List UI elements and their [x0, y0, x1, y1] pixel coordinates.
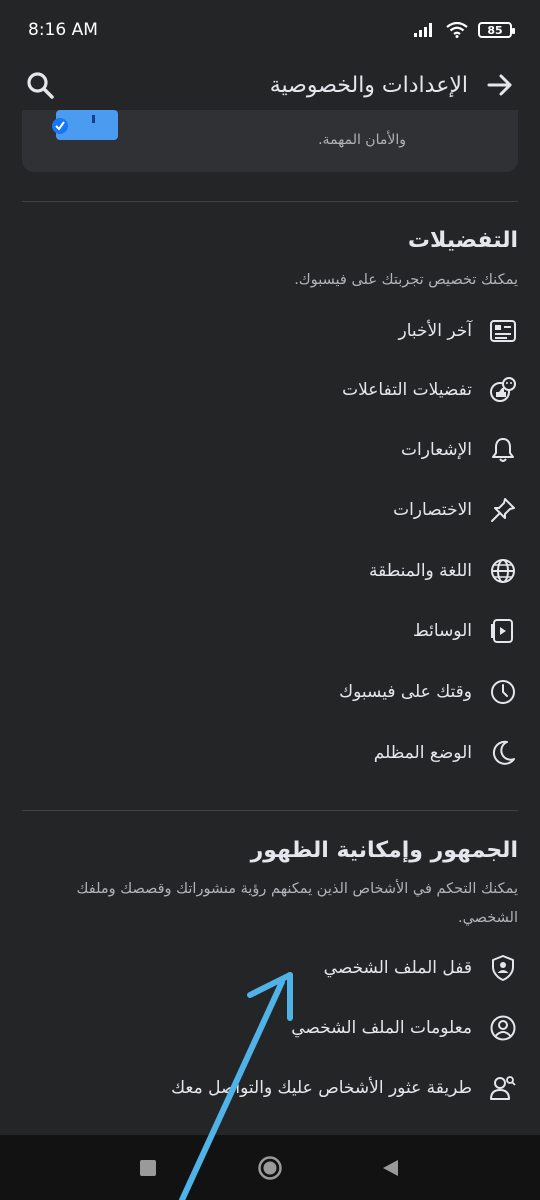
section-divider: [22, 810, 518, 811]
media-icon: [488, 616, 518, 646]
profile-icon: [488, 1013, 518, 1043]
reactions-icon: [488, 375, 518, 405]
back-nav-button[interactable]: [350, 1135, 430, 1200]
menu-item-label: طريقة عثور الأشخاص عليك والتواصل معك: [171, 1078, 472, 1098]
menu-item-time-on-facebook[interactable]: وقتك على فيسبوك: [339, 672, 518, 712]
menu-item-label: آخر الأخبار: [398, 321, 472, 341]
preferences-title: التفضيلات: [407, 228, 518, 253]
menu-item-reactions[interactable]: تفضيلات التفاعلات: [342, 370, 518, 410]
menu-item-news-feed[interactable]: آخر الأخبار: [399, 311, 518, 351]
app-header: الإعدادات والخصوصية: [0, 60, 540, 110]
circle-icon: [258, 1155, 282, 1180]
wifi-icon: [446, 22, 468, 38]
menu-item-label: الاختصارات: [393, 500, 472, 520]
audience-title: الجمهور وإمكانية الظهور: [250, 838, 518, 863]
menu-item-label: معلومات الملف الشخصي: [291, 1018, 472, 1038]
menu-item-label: قفل الملف الشخصي: [323, 958, 472, 978]
square-icon: [140, 1159, 156, 1176]
menu-item-profile-info[interactable]: معلومات الملف الشخصي: [291, 1008, 518, 1048]
news-feed-icon: [488, 316, 518, 346]
menu-item-label: اللغة والمنطقة: [369, 561, 472, 581]
section-divider: [22, 201, 518, 202]
page-title: الإعدادات والخصوصية: [269, 72, 468, 98]
search-icon: [27, 72, 54, 99]
system-nav-bar: [0, 1135, 540, 1200]
status-icons: 85: [414, 22, 515, 38]
menu-item-dark-mode[interactable]: الوضع المظلم: [374, 733, 518, 773]
audience-subtitle-line2: الشخصي.: [457, 910, 518, 926]
bell-icon: [488, 435, 518, 465]
recents-button[interactable]: [108, 1135, 188, 1200]
menu-item-notifications[interactable]: الإشعارات: [401, 430, 518, 470]
menu-item-label: الإشعارات: [401, 440, 472, 460]
privacy-checkup-card[interactable]: والأمان المهمة.: [22, 110, 518, 172]
globe-icon: [488, 556, 518, 586]
menu-item-label: الوسائط: [413, 621, 472, 641]
back-button[interactable]: [482, 67, 518, 103]
clock-icon: [488, 677, 518, 707]
preferences-subtitle: يمكنك تخصيص تجربتك على فيسبوك.: [294, 272, 518, 288]
shield-user-icon: [488, 953, 518, 983]
status-time: 8:16 AM: [28, 20, 98, 40]
moon-icon: [488, 738, 518, 768]
search-button[interactable]: [22, 67, 58, 103]
menu-item-profile-lock[interactable]: قفل الملف الشخصي: [324, 948, 518, 988]
status-bar: 8:16 AM 85: [0, 0, 540, 60]
pin-icon: [488, 495, 518, 525]
privacy-illustration-icon: [52, 110, 118, 140]
arrow-right-icon: [487, 74, 512, 96]
menu-item-label: الوضع المظلم: [373, 743, 472, 763]
audience-subtitle-line1: يمكنك التحكم في الأشخاص الذين يمكنهم رؤي…: [76, 881, 518, 897]
battery-level: 85: [487, 23, 503, 37]
menu-item-media[interactable]: الوسائط: [413, 611, 518, 651]
people-search-icon: [488, 1073, 518, 1103]
signal-icon: [414, 23, 432, 37]
menu-item-label: وقتك على فيسبوك: [339, 682, 472, 702]
battery-icon: 85: [478, 22, 515, 38]
menu-item-shortcuts[interactable]: الاختصارات: [393, 490, 518, 530]
menu-item-find-contact[interactable]: طريقة عثور الأشخاص عليك والتواصل معك: [171, 1068, 518, 1108]
card-text: والأمان المهمة.: [318, 132, 406, 148]
home-button[interactable]: [230, 1135, 310, 1200]
menu-item-label: تفضيلات التفاعلات: [342, 380, 472, 400]
triangle-back-icon: [383, 1159, 398, 1176]
menu-item-language[interactable]: اللغة والمنطقة: [369, 551, 518, 591]
